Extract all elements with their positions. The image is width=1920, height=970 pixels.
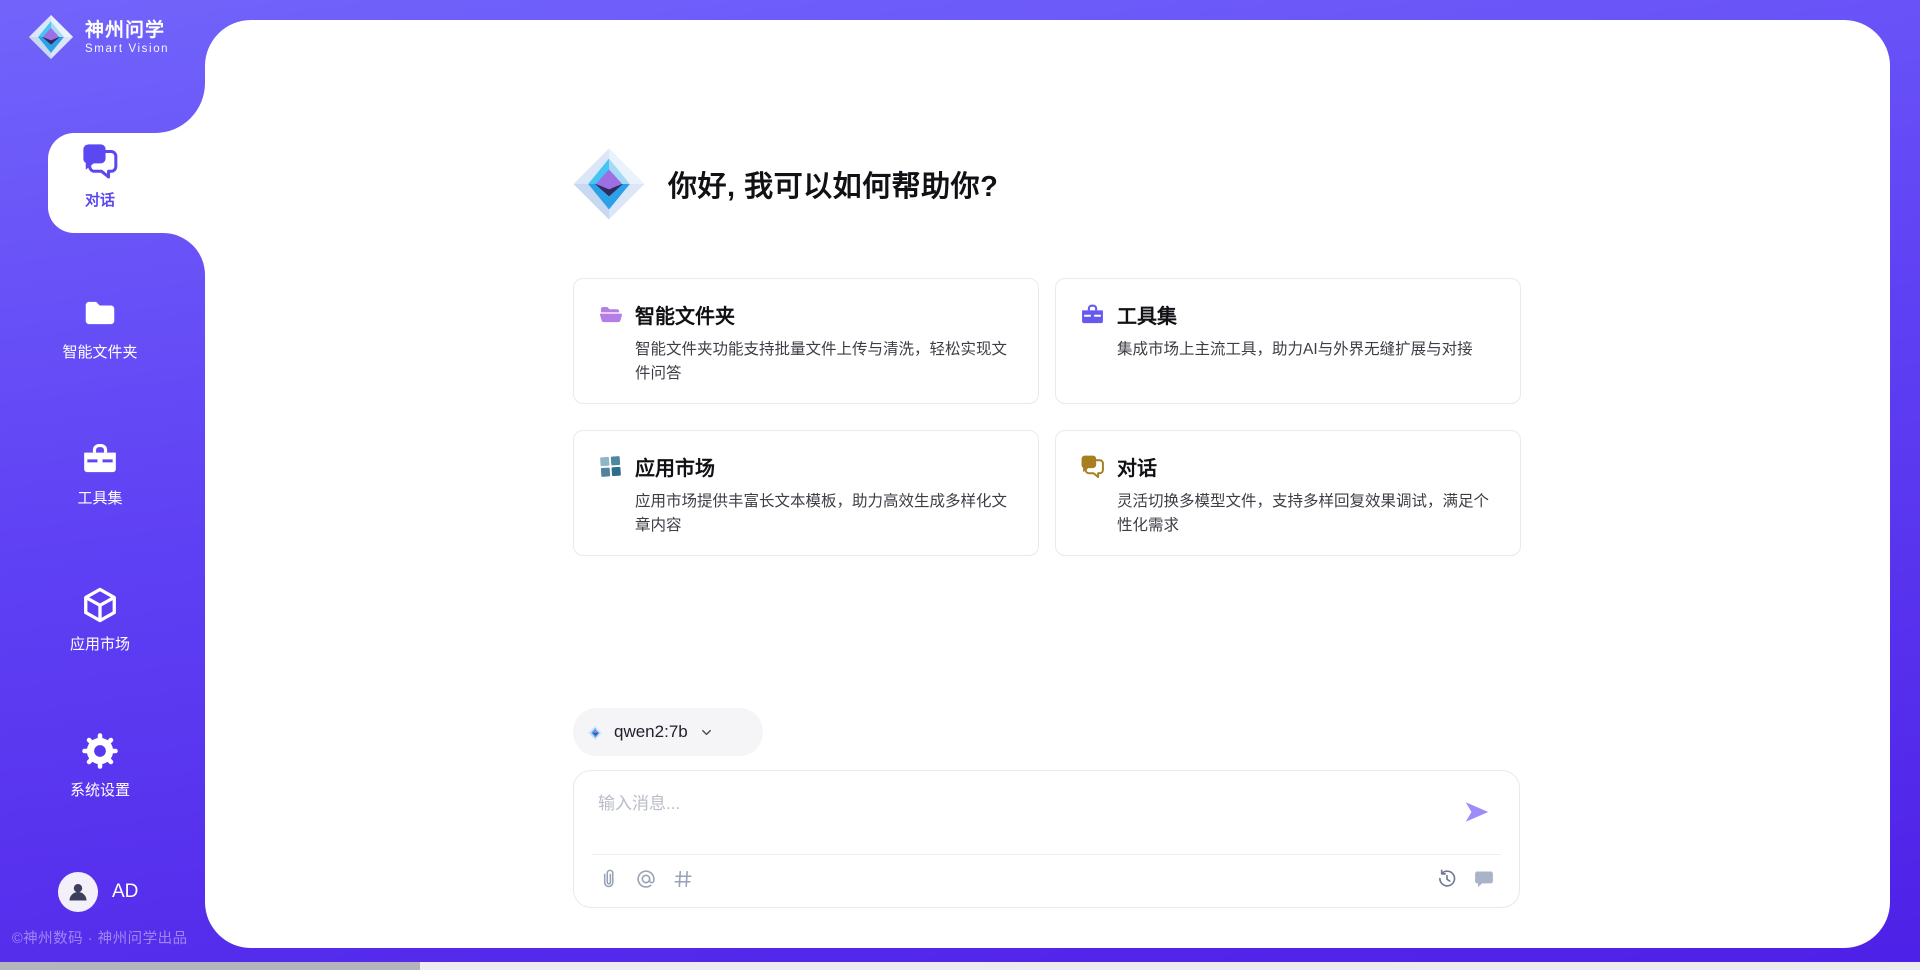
- brand-subtitle: Smart Vision: [85, 43, 169, 55]
- mention-button[interactable]: [635, 868, 657, 890]
- history-button[interactable]: [1436, 868, 1458, 890]
- sidebar-item-label: 对话: [85, 189, 115, 210]
- card-title: 工具集: [1117, 300, 1177, 329]
- sidebar-item-chat[interactable]: 对话: [0, 142, 200, 210]
- card-title: 对话: [1117, 452, 1157, 481]
- message-composer: [573, 770, 1520, 908]
- model-selector[interactable]: qwen2:7b: [573, 708, 763, 756]
- card-chat[interactable]: 对话 灵活切换多模型文件，支持多样回复效果调试，满足个性化需求: [1055, 430, 1521, 556]
- toolbox-icon: [81, 440, 119, 478]
- sidebar: 神州问学 Smart Vision 对话 智能文件夹 工具集 应用市场 系统设置…: [0, 0, 205, 970]
- chat-icon: [81, 142, 119, 180]
- model-name: qwen2:7b: [614, 722, 688, 742]
- app-root: { "brand": { "name": "神州问学", "subtitle":…: [0, 0, 1920, 970]
- card-toolset[interactable]: 工具集 集成市场上主流工具，助力AI与外界无缝扩展与对接: [1055, 278, 1521, 404]
- folder-icon: [81, 294, 119, 332]
- chevron-down-icon: [699, 725, 714, 740]
- sidebar-item-label: 系统设置: [70, 779, 130, 800]
- brand-diamond-icon: [572, 142, 646, 226]
- greeting-row: 你好, 我可以如何帮助你?: [572, 142, 998, 226]
- brand-diamond-icon: [28, 14, 74, 60]
- brand: 神州问学 Smart Vision: [28, 14, 169, 60]
- card-app-market[interactable]: 应用市场 应用市场提供丰富长文本模板，助力高效生成多样化文章内容: [573, 430, 1039, 556]
- card-description: 应用市场提供丰富长文本模板，助力高效生成多样化文章内容: [598, 490, 1014, 538]
- sidebar-item-label: 工具集: [77, 487, 122, 508]
- scrollbar-thumb[interactable]: [0, 962, 420, 970]
- message-input[interactable]: [598, 789, 1418, 819]
- card-description: 灵活切换多模型文件，支持多样回复效果调试，满足个性化需求: [1080, 490, 1496, 538]
- quick-phrases-button[interactable]: [1473, 868, 1495, 890]
- gear-icon: [81, 732, 119, 770]
- send-button[interactable]: [1461, 797, 1493, 827]
- feature-cards: 智能文件夹 智能文件夹功能支持批量文件上传与清洗，轻松实现文件问答 工具集 集成…: [573, 278, 1521, 556]
- horizontal-scrollbar[interactable]: [0, 962, 1920, 970]
- greeting-title: 你好, 我可以如何帮助你?: [668, 163, 998, 205]
- user-name: AD: [112, 881, 138, 903]
- avatar: [58, 872, 98, 912]
- sidebar-item-label: 智能文件夹: [62, 341, 137, 362]
- cube-icon: [81, 586, 119, 624]
- chat-icon: [1080, 454, 1105, 479]
- sidebar-item-settings[interactable]: 系统设置: [0, 732, 200, 800]
- sidebar-item-label: 应用市场: [70, 633, 130, 654]
- sidebar-item-toolset[interactable]: 工具集: [0, 440, 200, 508]
- card-description: 集成市场上主流工具，助力AI与外界无缝扩展与对接: [1080, 338, 1496, 362]
- history-icon: [1436, 868, 1458, 890]
- card-title: 智能文件夹: [635, 300, 735, 329]
- paperclip-icon: [598, 868, 620, 890]
- model-diamond-icon: [588, 725, 603, 740]
- toolbox-icon: [1080, 302, 1105, 327]
- send-icon: [1461, 797, 1493, 827]
- card-smart-folder[interactable]: 智能文件夹 智能文件夹功能支持批量文件上传与清洗，轻松实现文件问答: [573, 278, 1039, 404]
- hashtag-button[interactable]: [672, 868, 694, 890]
- at-icon: [635, 868, 657, 890]
- card-title: 应用市场: [635, 452, 715, 481]
- sidebar-item-app-market[interactable]: 应用市场: [0, 586, 200, 654]
- grid-cube-icon: [598, 454, 623, 479]
- speech-bubble-icon: [1473, 868, 1495, 890]
- hash-icon: [672, 868, 694, 890]
- folder-open-icon: [598, 302, 623, 327]
- sidebar-item-smart-folder[interactable]: 智能文件夹: [0, 294, 200, 362]
- card-description: 智能文件夹功能支持批量文件上传与清洗，轻松实现文件问答: [598, 338, 1014, 386]
- user-account[interactable]: AD: [58, 872, 138, 912]
- main-panel: 你好, 我可以如何帮助你? 智能文件夹 智能文件夹功能支持批量文件上传与清洗，轻…: [205, 20, 1890, 948]
- composer-divider: [592, 854, 1501, 855]
- brand-name: 神州问学: [85, 19, 169, 43]
- person-icon: [66, 880, 90, 904]
- copyright-text: ©神州数码 · 神州问学出品: [12, 927, 188, 948]
- attachment-button[interactable]: [598, 868, 620, 890]
